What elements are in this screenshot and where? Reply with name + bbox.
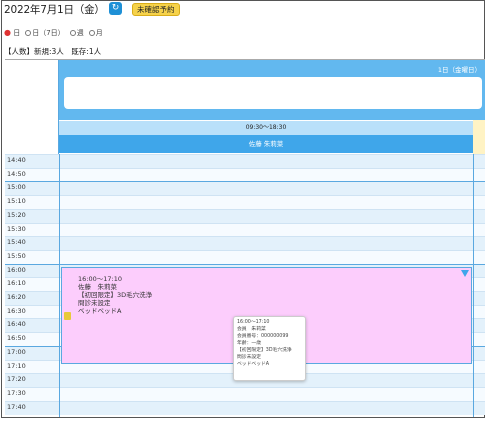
time-label: 17:10	[7, 361, 26, 370]
view-option-week[interactable]: 週	[69, 28, 84, 38]
tooltip-line: 【初回限定】3D毛穴洗浄	[237, 348, 292, 353]
time-label: 16:50	[7, 334, 26, 343]
time-label: 15:30	[7, 224, 26, 233]
time-label: 14:40	[7, 156, 26, 164]
column-divider	[59, 154, 60, 417]
staff-column-header[interactable]: 佐藤 朱莉菜	[59, 135, 473, 153]
tooltip-line: 会員 朱莉菜	[237, 327, 266, 332]
unconfirmed-reservations-button[interactable]: 未確認予約	[132, 3, 180, 16]
view-option-7days[interactable]: 日（7日）	[25, 28, 65, 38]
time-label: 16:30	[7, 306, 26, 315]
radio-selected-icon: ●	[4, 28, 11, 37]
time-label: 15:50	[7, 251, 26, 260]
time-label: 15:10	[7, 197, 26, 206]
time-slot-row[interactable]: 14:40	[5, 154, 485, 168]
day-header: 1日（金曜日）	[59, 60, 485, 120]
time-slot-row[interactable]: 15:30	[5, 222, 485, 237]
refresh-icon[interactable]: ↻	[109, 2, 122, 15]
booking-tooltip: 16:00～17:10 会員 朱莉菜 会員番号：000000099 年齢：一歳 …	[233, 316, 306, 381]
time-slot-row[interactable]: 15:00	[5, 181, 485, 196]
view-switch: ● 日 日（7日） 週 月	[4, 28, 103, 38]
lock-icon	[64, 312, 71, 320]
day-label: 1日（金曜日）	[437, 66, 481, 74]
radio-icon	[88, 30, 95, 36]
time-slot-row[interactable]: 17:30	[5, 386, 485, 401]
booking-time: 16:00～17:10	[78, 275, 122, 283]
radio-icon	[69, 30, 76, 36]
time-label: 16:10	[7, 279, 26, 288]
tooltip-line: 年齢：一歳	[237, 341, 261, 346]
tooltip-line: 問診未設定	[237, 355, 261, 360]
booking-customer: 佐藤 朱莉菜	[78, 283, 117, 291]
time-label: 17:20	[7, 375, 26, 384]
calendar-page: 2022年7月1日（金） ↻ 未確認予約 ● 日 日（7日） 週 月 【人数】新…	[0, 0, 489, 421]
time-label: 15:20	[7, 210, 26, 219]
tooltip-line: 会員番号：000000099	[237, 334, 289, 339]
column-divider	[473, 154, 474, 417]
page-title: 2022年7月1日（金）	[4, 4, 105, 16]
next-column-header	[473, 120, 485, 154]
time-slot-row[interactable]: 15:20	[5, 208, 485, 223]
tooltip-line: ベッドベッドA	[237, 362, 270, 367]
day-note-box[interactable]	[64, 77, 482, 109]
time-slot-row[interactable]: 17:40	[5, 400, 485, 415]
booking-status: 問診未設定	[78, 299, 111, 307]
booking-menu: 【初回限定】3D毛穴洗浄	[78, 291, 153, 299]
time-header-corner	[5, 60, 59, 154]
booking-details: 16:00～17:10 佐藤 朱莉菜 【初回限定】3D毛穴洗浄 問診未設定 ベッ…	[78, 275, 152, 315]
time-slot-row[interactable]: 14:50	[5, 167, 485, 182]
time-label: 15:00	[7, 183, 26, 192]
tooltip-line: 16:00～17:10	[237, 320, 270, 325]
time-slot-row[interactable]: 15:50	[5, 249, 485, 264]
time-label: 16:40	[7, 320, 26, 329]
booking-bed: ベッドベッドA	[78, 307, 122, 315]
business-hours: 09:30～18:30	[59, 121, 473, 135]
headcount-summary: 【人数】新規:3人 既存:1人	[4, 47, 102, 56]
view-option-month[interactable]: 月	[88, 28, 103, 38]
time-label: 14:50	[7, 169, 26, 178]
time-label: 17:00	[7, 347, 26, 356]
time-slot-row[interactable]: 15:40	[5, 236, 485, 251]
time-label: 17:30	[7, 388, 26, 397]
flag-icon	[461, 270, 469, 277]
time-label: 16:00	[7, 265, 26, 274]
view-option-day[interactable]: ● 日	[4, 28, 20, 38]
time-label: 16:20	[7, 293, 26, 301]
time-label: 15:40	[7, 238, 26, 247]
time-label: 17:40	[7, 402, 26, 411]
time-slot-row[interactable]: 15:10	[5, 195, 485, 210]
radio-icon	[25, 30, 32, 36]
